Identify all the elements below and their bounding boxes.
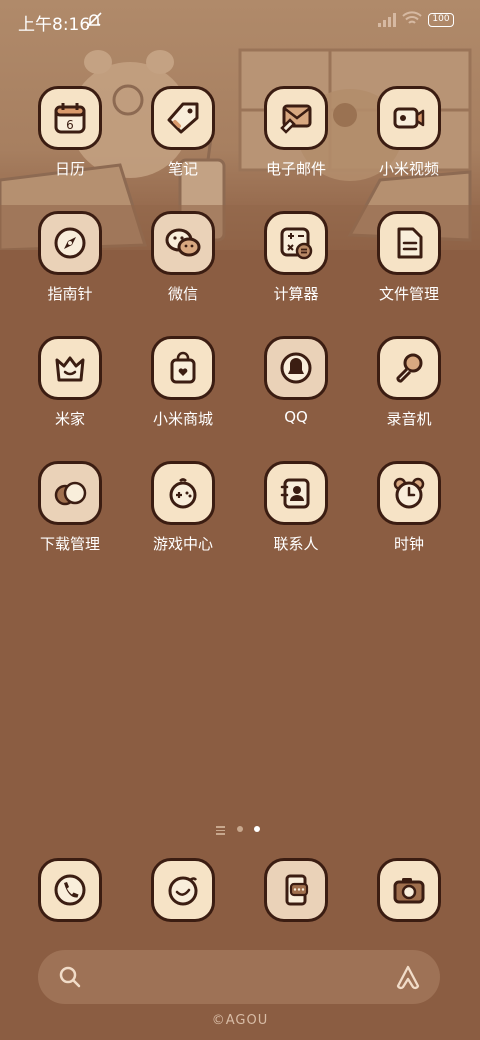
search-icon[interactable] bbox=[58, 965, 82, 989]
compass-icon bbox=[54, 227, 86, 259]
app-tile[interactable] bbox=[151, 86, 215, 150]
app-label: 时钟 bbox=[393, 535, 424, 553]
contacts-icon bbox=[280, 478, 310, 509]
app-tile[interactable] bbox=[264, 461, 328, 525]
browser-icon bbox=[168, 876, 198, 906]
app-tile[interactable] bbox=[264, 858, 328, 922]
app-compass[interactable]: 指南针 bbox=[15, 211, 125, 304]
page-indicator[interactable] bbox=[216, 824, 264, 836]
app-label: 录音机 bbox=[386, 410, 432, 428]
app-qq[interactable]: QQ bbox=[241, 336, 351, 426]
page-dot-1[interactable] bbox=[237, 826, 243, 832]
app-label: 日历 bbox=[54, 160, 85, 178]
page-indicator-menu-icon bbox=[216, 826, 225, 837]
calendar-day: 6 bbox=[66, 118, 74, 132]
calculator-icon bbox=[280, 227, 313, 260]
app-clock[interactable]: 时钟 bbox=[354, 461, 464, 554]
qq-penguin-icon bbox=[280, 352, 312, 384]
voice-assistant-icon[interactable] bbox=[394, 964, 422, 990]
app-label: 小米商城 bbox=[152, 410, 213, 428]
phone-icon bbox=[54, 874, 86, 906]
app-tile[interactable] bbox=[38, 336, 102, 400]
app-downloads[interactable]: 下载管理 bbox=[15, 461, 125, 554]
home-crown-icon bbox=[55, 356, 85, 382]
app-label: QQ bbox=[284, 408, 308, 426]
messages-icon bbox=[285, 874, 309, 906]
app-tile[interactable] bbox=[38, 858, 102, 922]
watermark: ©AGOU bbox=[211, 1013, 269, 1028]
app-tile[interactable] bbox=[377, 86, 441, 150]
app-mi-video[interactable]: 小米视频 bbox=[354, 86, 464, 179]
status-bar: 上午8:16 100 bbox=[0, 0, 480, 40]
dock-phone[interactable] bbox=[15, 858, 125, 922]
app-label: 米家 bbox=[54, 410, 85, 428]
app-label: 指南针 bbox=[47, 285, 93, 303]
dock-messages[interactable] bbox=[241, 858, 351, 922]
app-label: 游戏中心 bbox=[152, 535, 213, 553]
app-tile[interactable] bbox=[38, 461, 102, 525]
game-controller-icon bbox=[169, 478, 197, 509]
shopping-bag-icon bbox=[170, 351, 196, 384]
app-contacts[interactable]: 联系人 bbox=[241, 461, 351, 554]
app-tile[interactable] bbox=[377, 461, 441, 525]
app-tile[interactable] bbox=[38, 211, 102, 275]
status-time: 上午8:16 bbox=[18, 15, 91, 35]
app-email[interactable]: 电子邮件 bbox=[241, 86, 351, 179]
app-tile[interactable] bbox=[264, 336, 328, 400]
app-mijia[interactable]: 米家 bbox=[15, 336, 125, 429]
app-tile[interactable] bbox=[151, 211, 215, 275]
app-label: 小米视频 bbox=[378, 160, 439, 178]
app-tile[interactable] bbox=[151, 461, 215, 525]
app-tile[interactable]: 6 bbox=[38, 86, 102, 150]
note-tag-icon bbox=[167, 102, 199, 134]
wifi-icon bbox=[402, 11, 422, 24]
video-camera-icon bbox=[393, 107, 425, 129]
app-label: 电子邮件 bbox=[265, 160, 326, 178]
signal-icon bbox=[378, 13, 396, 27]
alarm-clock-icon bbox=[393, 477, 425, 509]
app-recorder[interactable]: 录音机 bbox=[354, 336, 464, 429]
app-tile[interactable] bbox=[377, 211, 441, 275]
app-file-manager[interactable]: 文件管理 bbox=[354, 211, 464, 304]
battery-level: 100 bbox=[432, 14, 450, 24]
app-notes[interactable]: 笔记 bbox=[128, 86, 238, 179]
app-label: 联系人 bbox=[273, 535, 319, 553]
app-label: 微信 bbox=[167, 285, 198, 303]
search-bar[interactable] bbox=[38, 950, 440, 1004]
app-label: 文件管理 bbox=[378, 285, 439, 303]
download-icon bbox=[54, 481, 87, 506]
app-tile[interactable] bbox=[377, 858, 441, 922]
app-calculator[interactable]: 计算器 bbox=[241, 211, 351, 304]
app-tile[interactable] bbox=[264, 211, 328, 275]
file-icon bbox=[397, 227, 423, 259]
mute-notification-icon bbox=[86, 12, 102, 28]
app-calendar[interactable]: 6 日历 bbox=[15, 86, 125, 179]
microphone-icon bbox=[396, 353, 423, 383]
app-label: 笔记 bbox=[167, 160, 198, 178]
app-mi-store[interactable]: 小米商城 bbox=[128, 336, 238, 429]
wechat-icon bbox=[165, 228, 201, 257]
app-tile[interactable] bbox=[377, 336, 441, 400]
dock-browser[interactable] bbox=[128, 858, 238, 922]
app-tile[interactable] bbox=[264, 86, 328, 150]
mail-icon bbox=[280, 104, 312, 134]
app-game-center[interactable]: 游戏中心 bbox=[128, 461, 238, 554]
camera-icon bbox=[393, 878, 425, 904]
app-wechat[interactable]: 微信 bbox=[128, 211, 238, 304]
dock-camera[interactable] bbox=[354, 858, 464, 922]
battery-icon: 100 bbox=[428, 13, 454, 27]
app-tile[interactable] bbox=[151, 858, 215, 922]
app-label: 计算器 bbox=[273, 285, 319, 303]
page-dot-2[interactable] bbox=[254, 826, 260, 832]
calendar-icon: 6 bbox=[54, 103, 86, 134]
app-label: 下载管理 bbox=[39, 535, 100, 553]
app-tile[interactable] bbox=[151, 336, 215, 400]
